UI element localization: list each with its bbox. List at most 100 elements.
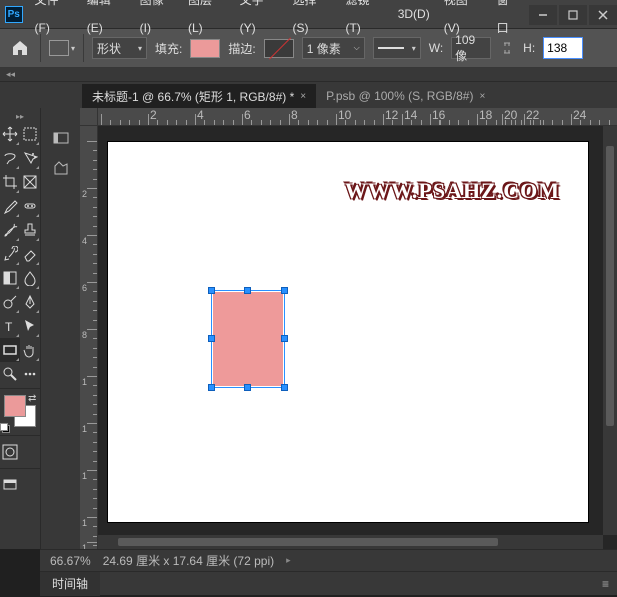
viewport[interactable]: WWW.PSAHZ.COM [98, 126, 617, 549]
quick-select-tool[interactable] [20, 146, 40, 170]
panel-icon-2[interactable] [47, 156, 75, 180]
menu-filter[interactable]: 滤镜(T) [338, 0, 390, 42]
close-icon[interactable]: × [300, 91, 306, 102]
zoom-tool[interactable] [0, 362, 20, 386]
watermark-text: WWW.PSAHZ.COM [345, 178, 560, 204]
stroke-width-input[interactable]: 1 像素 ⌵ [302, 37, 365, 59]
document-tab-1[interactable]: 未标题-1 @ 66.7% (矩形 1, RGB/8#) * × [82, 84, 316, 108]
link-wh-button[interactable] [499, 40, 515, 56]
canvas-area: 24681012141618202224 246811111 WWW.PSAHZ… [80, 108, 617, 549]
tab-label: P.psb @ 100% (S, RGB/8#) [326, 89, 473, 103]
lasso-tool[interactable] [0, 146, 20, 170]
height-label: H: [523, 41, 535, 55]
bottom-panel: 时间轴 ≡ [40, 571, 617, 595]
ps-logo-text: Ps [5, 6, 23, 23]
blur-tool[interactable] [20, 266, 40, 290]
ruler-top-row: 24681012141618202224 [80, 108, 617, 126]
rectangle-tool[interactable] [0, 338, 20, 362]
menu-image[interactable]: 图像(I) [133, 0, 181, 42]
tool-mode-select[interactable]: 形状 ▾ [92, 37, 147, 59]
home-icon [11, 39, 29, 57]
height-input[interactable]: 138 [543, 37, 583, 59]
horizontal-scrollbar[interactable] [98, 535, 603, 549]
move-tool[interactable] [0, 122, 20, 146]
app-logo: Ps [0, 0, 28, 28]
rectangle-icon [49, 40, 69, 56]
window-controls [527, 3, 617, 25]
more-tools[interactable] [20, 362, 40, 386]
eyedropper-tool[interactable] [0, 194, 20, 218]
maximize-button[interactable] [559, 5, 587, 25]
stroke-label: 描边: [228, 40, 255, 57]
ruler-vertical[interactable]: 246811111 [80, 126, 98, 549]
hand-tool[interactable] [20, 338, 40, 362]
dodge-tool[interactable] [0, 290, 20, 314]
brush-tool[interactable] [0, 218, 20, 242]
menu-type[interactable]: 文字(Y) [233, 0, 286, 42]
menu-layer[interactable]: 图层(L) [181, 0, 233, 42]
stroke-style-select[interactable]: ▾ [373, 37, 421, 59]
history-brush-tool[interactable] [0, 242, 20, 266]
timeline-tab[interactable]: 时间轴 [40, 572, 100, 596]
screen-mode-row [0, 473, 40, 499]
home-button[interactable] [8, 36, 32, 60]
panel-collapse-strip[interactable]: ◂◂ [0, 68, 617, 82]
status-bar: 66.67% 24.69 厘米 x 17.64 厘米 (72 ppi) ▸ [40, 549, 617, 571]
rectangle-shape[interactable] [213, 292, 283, 386]
stroke-width-value: 1 像素 [307, 40, 341, 57]
close-button[interactable] [589, 5, 617, 25]
vertical-scroll-thumb[interactable] [606, 146, 614, 426]
width-input[interactable]: 109 像 [451, 37, 491, 59]
type-tool[interactable]: T [0, 314, 20, 338]
menu-edit[interactable]: 编辑(E) [80, 0, 133, 42]
collapsed-panels [40, 108, 80, 549]
eraser-tool[interactable] [20, 242, 40, 266]
minimize-button[interactable] [529, 5, 557, 25]
crop-tool[interactable] [0, 170, 20, 194]
menu-file[interactable]: 文件(F) [28, 0, 80, 42]
healing-tool[interactable] [20, 194, 40, 218]
close-icon[interactable]: × [479, 91, 485, 102]
quick-mask-button[interactable] [0, 440, 20, 464]
horizontal-scroll-thumb[interactable] [118, 538, 498, 546]
ruler-horizontal[interactable]: 24681012141618202224 [98, 108, 617, 126]
gradient-tool[interactable] [0, 266, 20, 290]
chevron-down-icon: ▾ [412, 44, 416, 53]
chevron-right-icon[interactable]: ▸ [286, 555, 291, 566]
panel-menu-icon[interactable]: ≡ [602, 577, 609, 591]
titlebar: Ps 文件(F) 编辑(E) 图像(I) 图层(L) 文字(Y) 选择(S) 滤… [0, 0, 617, 28]
tab-label: 未标题-1 @ 66.7% (矩形 1, RGB/8#) * [92, 88, 294, 105]
menu-3d[interactable]: 3D(D) [391, 0, 437, 28]
default-colors-icon[interactable] [0, 423, 10, 433]
menu-window[interactable]: 窗口 [490, 0, 527, 42]
document-dimensions[interactable]: 24.69 厘米 x 17.64 厘米 (72 ppi) [103, 552, 274, 569]
ruler-corner[interactable] [80, 108, 98, 126]
path-select-tool[interactable] [20, 314, 40, 338]
color-swatches: ⇄ [0, 393, 40, 433]
vertical-scrollbar[interactable] [603, 126, 617, 535]
chevron-down-icon: ⌵ [354, 43, 360, 53]
artboard[interactable]: WWW.PSAHZ.COM [108, 142, 588, 522]
main-menu: 文件(F) 编辑(E) 图像(I) 图层(L) 文字(Y) 选择(S) 滤镜(T… [28, 0, 528, 28]
quick-mask-row [0, 440, 40, 466]
panel-icon-1[interactable] [47, 126, 75, 150]
solid-line-icon [378, 47, 404, 49]
zoom-value[interactable]: 66.67% [50, 554, 91, 568]
stamp-tool[interactable] [20, 218, 40, 242]
separator [40, 34, 41, 62]
tool-mode-value: 形状 [97, 40, 121, 57]
separator [83, 34, 84, 62]
screen-mode-button[interactable] [0, 473, 20, 497]
frame-tool[interactable] [20, 170, 40, 194]
shape-preview-dropdown[interactable]: ▾ [49, 40, 75, 56]
link-icon [501, 41, 513, 55]
tools-grip[interactable]: ▸▸ [0, 110, 40, 122]
fill-color-swatch[interactable] [190, 39, 220, 58]
pen-tool[interactable] [20, 290, 40, 314]
marquee-tool[interactable] [20, 122, 40, 146]
foreground-color[interactable] [4, 395, 26, 417]
stroke-color-swatch[interactable] [264, 39, 294, 58]
document-tab-2[interactable]: P.psb @ 100% (S, RGB/8#) × [316, 84, 495, 108]
menu-select[interactable]: 选择(S) [286, 0, 339, 42]
swap-colors-icon[interactable]: ⇄ [28, 393, 38, 403]
